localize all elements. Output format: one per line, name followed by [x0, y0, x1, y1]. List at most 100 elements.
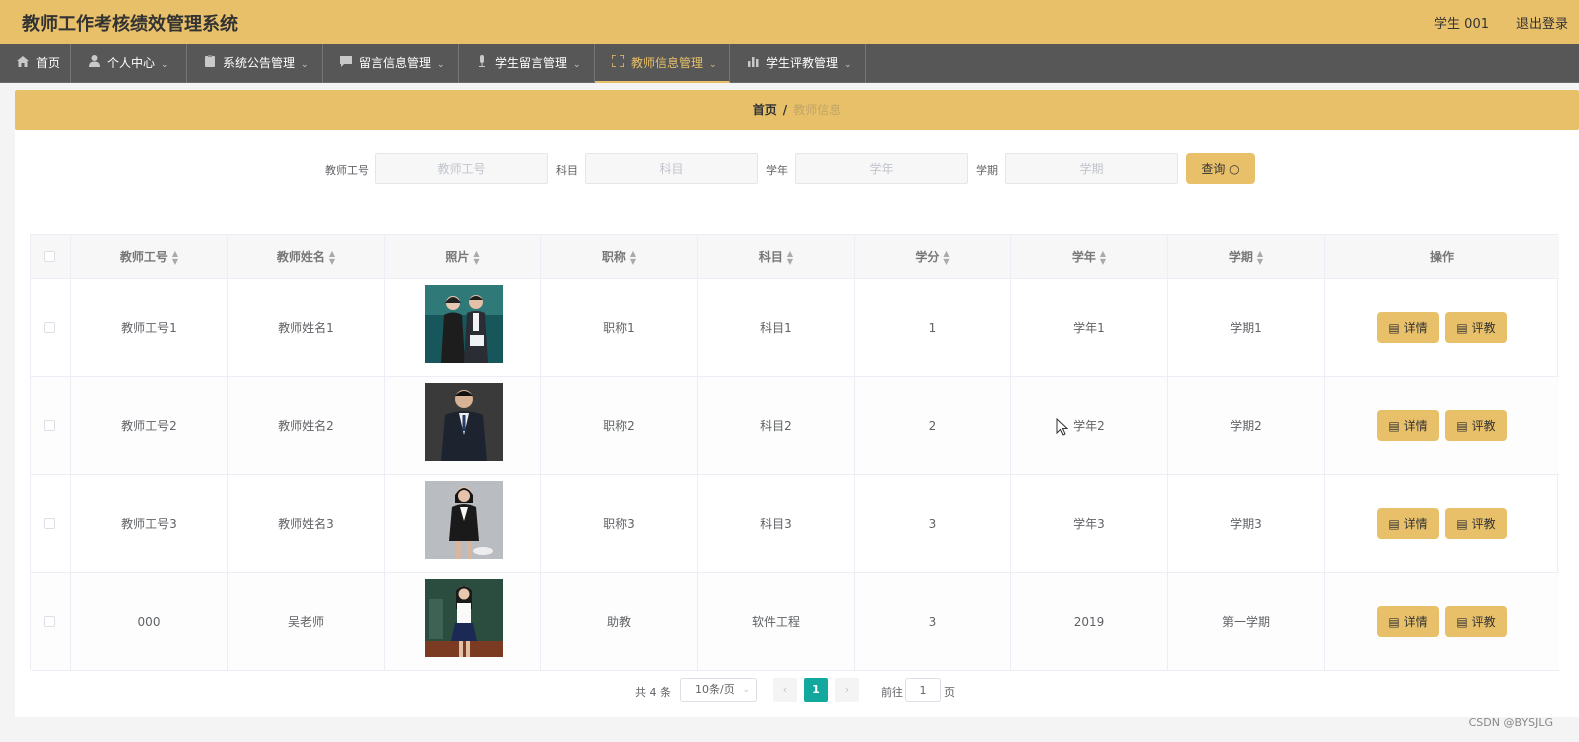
cell-teacher-name: 教师姓名2 — [228, 377, 385, 475]
sort-icon: ▲ ▼ — [1099, 248, 1107, 266]
col-subject[interactable]: 科目 ▲ ▼ — [698, 235, 855, 279]
query-button[interactable]: 查询 ○ — [1186, 153, 1255, 184]
detail-button[interactable]: ▤ 详情 — [1377, 606, 1439, 637]
document-icon: ▤ — [1456, 419, 1472, 433]
review-button[interactable]: ▤ 评教 — [1445, 606, 1507, 637]
page-size-value: 10条/页 — [695, 683, 735, 696]
chevron-down-icon: ⌄ — [301, 60, 309, 70]
nav-item-home[interactable]: 首页 — [0, 44, 71, 83]
table-row: 教师工号3 教师姓名3 职称3 科目3 3 学年3 学期3 ▤ 详情 ▤ 评教 — [31, 475, 1559, 573]
chevron-down-icon: ⌄ — [573, 60, 581, 70]
col-teacher-id[interactable]: 教师工号 ▲ ▼ — [71, 235, 228, 279]
two-teachers-photo[interactable] — [425, 285, 503, 363]
cell-term: 学期3 — [1168, 475, 1325, 573]
header-label: 教师工号 — [119, 250, 168, 264]
message-icon — [339, 44, 353, 83]
detail-button[interactable]: ▤ 详情 — [1377, 312, 1439, 343]
page-number-current[interactable]: 1 — [804, 678, 828, 702]
cell-credit: 2 — [855, 377, 1011, 475]
detail-button[interactable]: ▤ 详情 — [1377, 508, 1439, 539]
breadcrumb-home[interactable]: 首页 — [753, 103, 777, 117]
nav-item-teacher-info[interactable]: 教师信息管理 ⌄ — [595, 44, 730, 83]
header-label: 照片 — [445, 250, 470, 264]
col-credit[interactable]: 学分 ▲ ▼ — [855, 235, 1011, 279]
clipboard-icon — [203, 44, 217, 83]
col-term[interactable]: 学期 ▲ ▼ — [1168, 235, 1325, 279]
row-select-cell — [31, 475, 71, 573]
cell-teacher-id: 000 — [71, 573, 228, 671]
goto-page-input[interactable] — [905, 678, 941, 702]
teacher-id-input[interactable] — [375, 153, 548, 184]
review-label: 评教 — [1471, 321, 1496, 335]
female-teacher-photo[interactable] — [425, 481, 503, 559]
document-icon: ▤ — [1456, 517, 1472, 531]
page-unit-label: 页 — [944, 686, 955, 699]
detail-button[interactable]: ▤ 详情 — [1377, 410, 1439, 441]
page-size-select[interactable]: 10条/页 ⌄ — [680, 678, 757, 702]
cell-subject: 科目2 — [698, 377, 855, 475]
fullscreen-icon — [611, 44, 625, 83]
document-icon: ▤ — [1388, 321, 1404, 335]
review-label: 评教 — [1471, 419, 1496, 433]
cell-credit: 3 — [855, 573, 1011, 671]
cell-year: 学年2 — [1011, 377, 1168, 475]
nav-item-announcements[interactable]: 系统公告管理 ⌄ — [187, 44, 323, 83]
term-input[interactable] — [1005, 153, 1178, 184]
row-checkbox[interactable] — [44, 322, 55, 333]
year-input[interactable] — [795, 153, 968, 184]
nav-label: 系统公告管理 — [223, 56, 296, 70]
mouse-cursor-icon — [1056, 418, 1068, 436]
subject-input[interactable] — [585, 153, 758, 184]
home-icon — [16, 44, 30, 83]
chevron-down-icon: ⌄ — [161, 60, 169, 70]
cell-job-title: 职称1 — [541, 279, 698, 377]
table-row: 教师工号1 教师姓名1 职称1 科目1 1 学年1 学期1 ▤ 详情 ▤ 评教 — [31, 279, 1559, 377]
col-photo[interactable]: 照片 ▲ ▼ — [385, 235, 541, 279]
row-checkbox[interactable] — [44, 420, 55, 431]
cell-photo — [385, 279, 541, 377]
nav-item-student-evaluation[interactable]: 学生评教管理 ⌄ — [730, 44, 866, 83]
nav-item-messages[interactable]: 留言信息管理 ⌄ — [323, 44, 459, 83]
cell-credit: 3 — [855, 475, 1011, 573]
select-all-cell — [31, 235, 71, 279]
row-select-cell — [31, 279, 71, 377]
header-label: 职称 — [601, 250, 626, 264]
cell-photo — [385, 475, 541, 573]
cell-year: 学年1 — [1011, 279, 1168, 377]
prev-page-button[interactable]: ‹ — [773, 678, 797, 702]
row-select-cell — [31, 573, 71, 671]
detail-label: 详情 — [1403, 615, 1428, 629]
select-all-checkbox[interactable] — [44, 251, 55, 262]
review-button[interactable]: ▤ 评教 — [1445, 508, 1507, 539]
total-count: 共 4 条 — [635, 686, 671, 699]
male-teacher-photo[interactable] — [425, 383, 503, 461]
col-job-title[interactable]: 职称 ▲ ▼ — [541, 235, 698, 279]
classroom-teacher-photo[interactable] — [425, 579, 503, 657]
review-button[interactable]: ▤ 评教 — [1445, 410, 1507, 441]
row-checkbox[interactable] — [44, 518, 55, 529]
review-label: 评教 — [1471, 615, 1496, 629]
row-checkbox[interactable] — [44, 616, 55, 627]
search-form: 教师工号 科目 学年 学期 查询 ○ — [15, 153, 1579, 184]
goto-label: 前往 — [881, 686, 903, 699]
cell-teacher-id: 教师工号2 — [71, 377, 228, 475]
next-page-button[interactable]: › — [835, 678, 859, 702]
subject-label: 科目 — [556, 164, 578, 177]
nav-item-personal-center[interactable]: 个人中心 ⌄ — [71, 44, 187, 83]
nav-item-student-messages[interactable]: 学生留言管理 ⌄ — [459, 44, 595, 83]
cell-teacher-name: 吴老师 — [228, 573, 385, 671]
document-icon: ▤ — [1456, 321, 1472, 335]
cell-actions: ▤ 详情 ▤ 评教 — [1325, 573, 1559, 671]
logout-button[interactable]: 退出登录 — [1516, 13, 1568, 32]
cell-teacher-id: 教师工号1 — [71, 279, 228, 377]
content-area: 首页/教师信息 教师工号 科目 学年 学期 查询 ○ 教师工号▲▼ 教师姓名▲▼… — [15, 90, 1579, 717]
nav-label: 首页 — [36, 56, 61, 70]
table-header: 教师工号 ▲ ▼ 教师姓名 ▲ ▼ 照片 ▲ ▼ 职称 ▲ ▼ 科目 ▲ ▼ 学分 ▲ ▼ 学年 ▲ ▼ 学… — [31, 235, 1559, 279]
review-button[interactable]: ▤ 评教 — [1445, 312, 1507, 343]
pagination: 共 4 条 10条/页 ⌄ ‹ 1 › 前往 页 — [635, 678, 975, 702]
col-teacher-name[interactable]: 教师姓名 ▲ ▼ — [228, 235, 385, 279]
watermark: CSDN @BYSJLG — [1468, 716, 1553, 729]
col-year[interactable]: 学年 ▲ ▼ — [1011, 235, 1168, 279]
cell-subject: 科目3 — [698, 475, 855, 573]
cell-term: 学期2 — [1168, 377, 1325, 475]
